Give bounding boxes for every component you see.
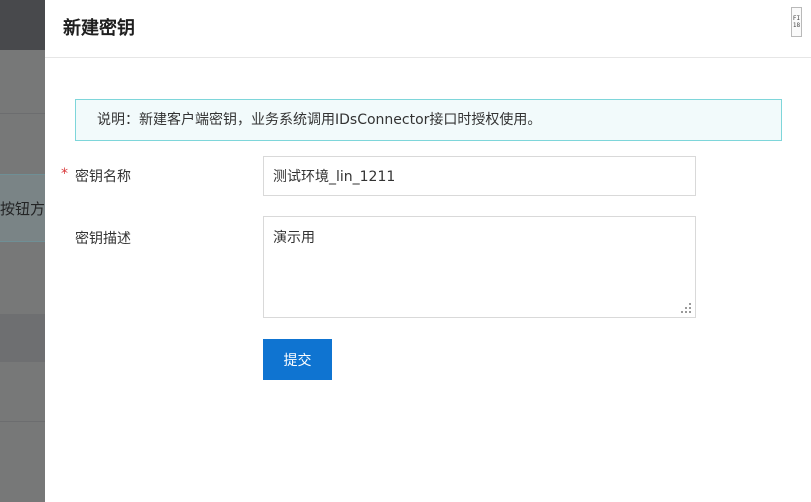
background-topbar: [0, 0, 45, 50]
info-notice-text: 说明：新建客户端密钥，业务系统调用IDsConnector接口时授权使用。: [97, 112, 542, 128]
drawer-fold-button[interactable]: FI 18: [791, 7, 802, 37]
drawer-title: 新建密钥: [63, 18, 135, 39]
background-divider: [0, 421, 45, 422]
background-page: 按钮方: [0, 0, 45, 502]
background-partial-text: 按钮方: [0, 200, 45, 218]
fold-button-text-top: FI: [792, 15, 801, 22]
background-band: [0, 314, 45, 362]
required-asterisk: *: [61, 166, 68, 182]
info-notice: 说明：新建客户端密钥，业务系统调用IDsConnector接口时授权使用。: [75, 99, 782, 141]
submit-button[interactable]: 提交: [263, 339, 332, 380]
fold-button-text-bottom: 18: [792, 22, 801, 29]
key-description-label: 密钥描述: [75, 231, 131, 247]
key-name-input[interactable]: [263, 156, 696, 196]
drawer-header: 新建密钥 FI 18: [45, 0, 811, 58]
background-divider: [0, 113, 45, 114]
resize-grip-icon[interactable]: [681, 303, 692, 314]
key-name-label: 密钥名称: [75, 169, 131, 185]
new-key-drawer: 新建密钥 FI 18 说明：新建客户端密钥，业务系统调用IDsConnector…: [45, 0, 811, 502]
key-description-textarea[interactable]: 演示用: [263, 216, 696, 318]
